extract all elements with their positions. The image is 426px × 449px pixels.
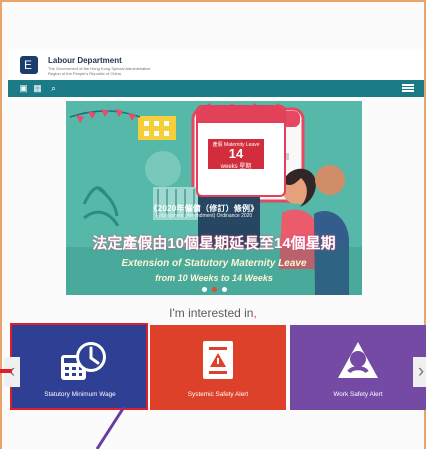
carousel-dot-active[interactable] [212, 287, 217, 292]
office-building [138, 116, 176, 140]
sun-circle [145, 151, 181, 187]
interest-heading: I'm interested in, [150, 306, 276, 320]
interest-heading-accent: , [253, 306, 257, 320]
carousel-left-arrow[interactable]: ‹ [4, 357, 20, 387]
work-safety-alert-tile[interactable]: Work Safety Alert [290, 325, 426, 410]
carousel-dot[interactable] [222, 287, 227, 292]
leave-calendar-card: 產假 Maternity Leave 14 weeks 星期 [196, 105, 286, 197]
calculator-clock-icon [61, 342, 106, 380]
banner-english-headline: Extension of Statutory Maternity Leave [121, 258, 307, 269]
warning-person-icon [338, 342, 378, 378]
leave-card-header [198, 107, 284, 123]
search-icon[interactable]: ⌕ [48, 83, 59, 94]
statutory-minimum-wage-label: Statutory Minimum Wage [44, 391, 116, 398]
site-subtitle: The Government of the Hong Kong Special … [48, 66, 151, 76]
work-safety-alert-label: Work Safety Alert [333, 391, 383, 398]
document-alert-icon [203, 341, 233, 379]
carousel-right-arrow[interactable]: › [413, 357, 426, 387]
site-title: Labour Department [48, 56, 122, 65]
leave-tag: 產假 Maternity Leave 14 weeks 星期 [208, 139, 264, 170]
banner-english-title: Employment (Amendment) Ordinance 2020 [155, 213, 253, 219]
statutory-minimum-wage-tile[interactable]: Statutory Minimum Wage [12, 325, 148, 410]
man-right-head [315, 165, 345, 195]
logo-letter: E [24, 58, 33, 72]
maternity-leave-banner[interactable]: 產假 Maternity Leave 14 weeks 星期 《2020年僱傭（… [66, 101, 362, 295]
systemic-safety-alert-tile[interactable]: Systemic Safety Alert [150, 325, 286, 410]
navigation-bar: ▣ ▦ ⌕ [8, 80, 424, 97]
banner-chinese-headline: 法定產假由10個星期延長至14個星期 [92, 235, 336, 252]
menu-icon[interactable] [402, 84, 414, 93]
leave-weeks-text: weeks 星期 [220, 164, 252, 170]
carousel-dot[interactable] [202, 287, 207, 292]
grid-icon[interactable]: ▦ [32, 83, 43, 94]
systemic-safety-alert-label: Systemic Safety Alert [187, 391, 249, 398]
banner-english-subheadline: from 10 Weeks to 14 Weeks [155, 273, 273, 283]
interest-heading-text: I'm interested in [169, 306, 254, 320]
leave-number: 14 [228, 146, 244, 161]
labour-department-logo[interactable]: E [20, 56, 38, 74]
site-header: E Labour Department The Government of th… [8, 50, 424, 81]
home-icon[interactable]: ▣ [18, 83, 29, 94]
